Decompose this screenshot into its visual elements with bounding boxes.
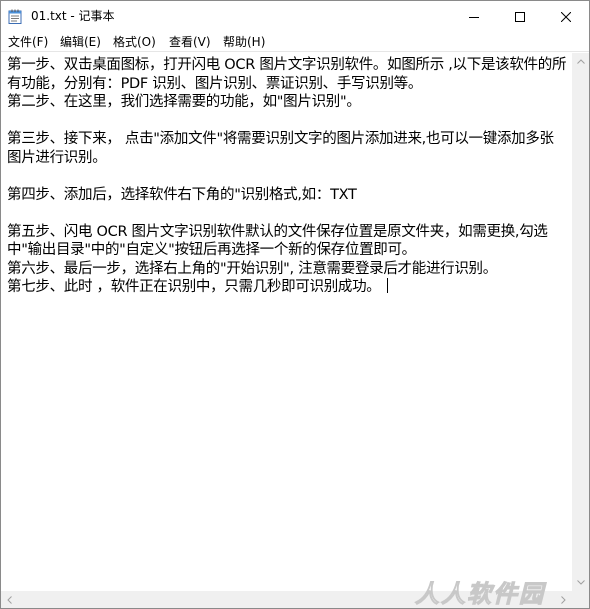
menu-format[interactable]: 格式(O) — [106, 32, 163, 52]
editor-text: 第一步、双击桌面图标，打开闪电 OCR 图片文字识别软件。如图所示 ,以下是该软… — [7, 57, 567, 295]
menu-file[interactable]: 文件(F) — [1, 32, 55, 52]
maximize-icon — [515, 11, 525, 22]
menu-view[interactable]: 查看(V) — [162, 32, 218, 52]
text-caret — [386, 278, 388, 293]
notepad-icon — [8, 9, 22, 24]
maximize-button[interactable] — [497, 1, 543, 32]
menu-edit[interactable]: 编辑(E) — [53, 32, 108, 52]
chevron-up-icon — [576, 59, 585, 64]
scroll-left-button[interactable] — [1, 591, 18, 608]
svg-text:人人软件园: 人人软件园 — [415, 580, 547, 606]
text-editor[interactable]: 第一步、双击桌面图标，打开闪电 OCR 图片文字识别软件。如图所示 ,以下是该软… — [1, 53, 572, 591]
title-bar[interactable]: 01.txt - 记事本 — [1, 1, 589, 32]
menu-bar: 文件(F) 编辑(E) 格式(O) 查看(V) 帮助(H) — [1, 32, 589, 52]
watermark-logo: 人人软件园 — [415, 580, 547, 606]
editor-content-area[interactable]: 第一步、双击桌面图标，打开闪电 OCR 图片文字识别软件。如图所示 ,以下是该软… — [7, 56, 567, 297]
notepad-window: 01.txt - 记事本 文件(F) 编辑(E) 格式(O) 查看(V) 帮助(… — [0, 0, 590, 609]
close-icon — [561, 11, 571, 22]
chevron-left-icon — [7, 595, 12, 604]
minimize-button[interactable] — [451, 1, 497, 32]
scroll-up-button[interactable] — [572, 53, 589, 70]
minimize-icon — [469, 16, 479, 18]
vertical-scrollbar[interactable] — [572, 53, 589, 591]
close-button[interactable] — [543, 1, 589, 32]
window-title: 01.txt - 记事本 — [31, 9, 115, 23]
menu-help[interactable]: 帮助(H) — [216, 32, 272, 52]
